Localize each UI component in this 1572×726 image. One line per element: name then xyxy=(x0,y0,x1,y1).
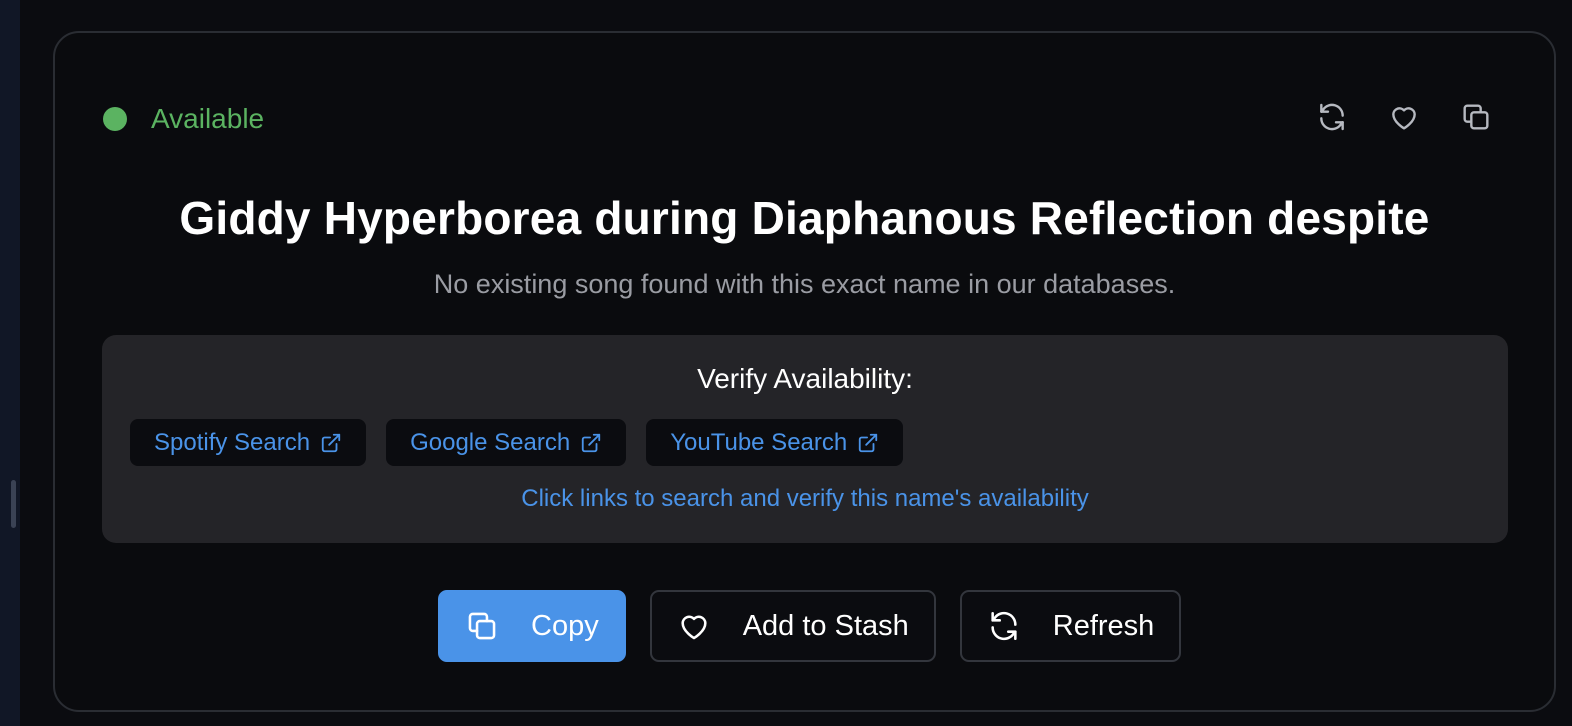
heart-icon xyxy=(681,615,707,640)
song-name-title: Giddy Hyperborea during Diaphanous Refle… xyxy=(179,192,1430,244)
result-card: Available Giddy Hyperborea during Diapha… xyxy=(53,31,1556,712)
external-link-icon xyxy=(321,433,341,452)
copy-icon xyxy=(1463,104,1489,130)
link-label: YouTube Search xyxy=(670,428,848,456)
link-label: Spotify Search xyxy=(154,428,311,456)
left-rail xyxy=(0,0,20,726)
google-search-link[interactable]: Google Search xyxy=(386,419,627,466)
status-label: Available xyxy=(151,103,265,134)
copy-name-button[interactable]: Copy xyxy=(438,590,626,662)
heart-icon xyxy=(1392,107,1416,130)
verify-heading: Verify Availability: xyxy=(697,363,913,394)
external-link-icon xyxy=(582,433,601,452)
refresh-icon xyxy=(991,611,1017,641)
refresh-button[interactable] xyxy=(1314,99,1350,135)
status-dot xyxy=(103,107,127,131)
search-links: Spotify Search Google Search YouTube Sea… xyxy=(130,419,904,466)
refresh-label: Refresh xyxy=(1052,609,1155,642)
availability-message: No existing song found with this exact n… xyxy=(433,269,1176,299)
action-bar: Copy Add to Stash Refresh xyxy=(438,590,1182,662)
refresh-icon xyxy=(1320,103,1344,131)
verify-panel: Verify Availability: Spotify Search Goog… xyxy=(102,335,1508,543)
youtube-search-link[interactable]: YouTube Search xyxy=(646,419,904,466)
resize-handle[interactable] xyxy=(11,480,16,528)
external-link-icon xyxy=(859,433,878,452)
verify-hint: Click links to search and verify this na… xyxy=(521,485,1089,512)
add-to-stash-label: Add to Stash xyxy=(742,609,909,642)
link-label: Google Search xyxy=(410,428,571,456)
status-indicator: Available xyxy=(103,103,264,135)
copy-icon xyxy=(468,612,496,640)
spotify-search-link[interactable]: Spotify Search xyxy=(130,419,367,466)
copy-button[interactable] xyxy=(1458,99,1494,135)
add-to-stash-button[interactable]: Add to Stash xyxy=(649,590,936,662)
refresh-name-button[interactable]: Refresh xyxy=(959,590,1182,662)
copy-label: Copy xyxy=(531,609,599,642)
card-toolbar xyxy=(1314,99,1494,135)
favorite-button[interactable] xyxy=(1386,99,1422,135)
